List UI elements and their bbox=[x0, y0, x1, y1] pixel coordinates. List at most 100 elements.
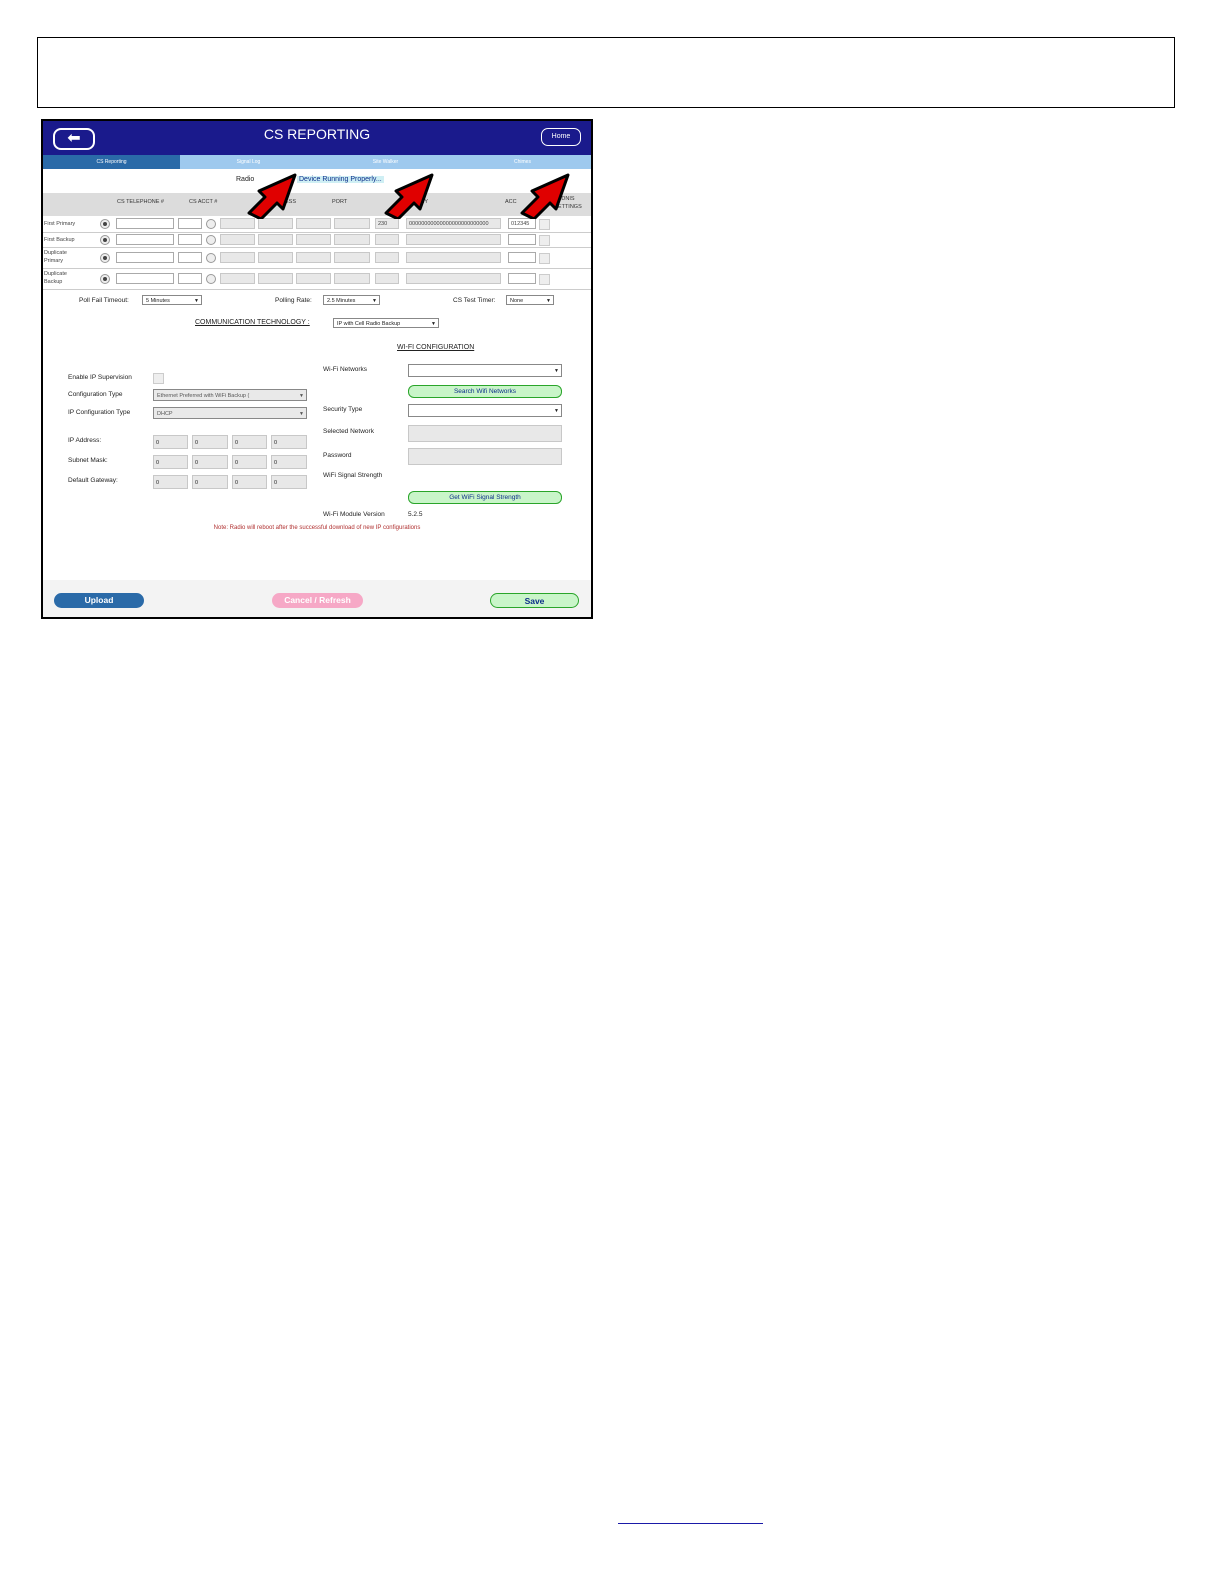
ip-octet bbox=[334, 252, 370, 263]
tab-signal-log[interactable]: Signal Log bbox=[180, 155, 317, 169]
ip-address-octet[interactable]: 0 bbox=[271, 435, 307, 449]
port-input[interactable] bbox=[375, 273, 399, 284]
telephone-input[interactable] bbox=[116, 218, 174, 229]
ip-config-value: DHCP bbox=[157, 411, 173, 417]
ip-octet bbox=[296, 234, 331, 245]
ip-radio[interactable] bbox=[206, 274, 216, 284]
col-telephone: CS TELEPHONE # bbox=[117, 199, 164, 205]
telephone-input[interactable] bbox=[116, 234, 174, 245]
config-type-label: Configuration Type bbox=[68, 391, 123, 398]
port-input[interactable] bbox=[375, 252, 399, 263]
dnis-checkbox[interactable] bbox=[539, 253, 550, 264]
subnet-octet[interactable]: 0 bbox=[271, 455, 307, 469]
key-input[interactable] bbox=[406, 252, 501, 263]
ip-octet bbox=[334, 234, 370, 245]
account-input[interactable]: 012345 bbox=[508, 218, 536, 229]
polling-rate-select[interactable]: 2.5 Minutes ▼ bbox=[323, 295, 380, 305]
table-row: First Primary 230 0000000000000000000000… bbox=[43, 216, 591, 233]
tab-site-walker[interactable]: Site Walker bbox=[317, 155, 454, 169]
signal-strength-label: WiFi Signal Strength bbox=[323, 472, 383, 479]
ip-octet bbox=[296, 218, 331, 229]
ip-octet bbox=[220, 218, 255, 229]
port-input[interactable]: 230 bbox=[375, 218, 399, 229]
ip-octet bbox=[220, 273, 255, 284]
security-type-select[interactable]: ▼ bbox=[408, 404, 562, 417]
status-badge: Device Running Properly... bbox=[297, 176, 384, 183]
ip-radio[interactable] bbox=[206, 235, 216, 245]
module-version-value: 5.2.5 bbox=[408, 511, 423, 518]
tab-cs-reporting[interactable]: CS Reporting bbox=[43, 155, 180, 169]
acct-input[interactable] bbox=[178, 252, 202, 263]
module-version-label: Wi-Fi Module Version bbox=[323, 511, 385, 518]
ip-config-select[interactable]: DHCP ▼ bbox=[153, 407, 307, 419]
acct-input[interactable] bbox=[178, 273, 202, 284]
dnis-checkbox[interactable] bbox=[539, 235, 550, 246]
key-input[interactable] bbox=[406, 273, 501, 284]
row-radio[interactable] bbox=[100, 274, 110, 284]
poll-fail-select[interactable]: 5 Minutes ▼ bbox=[142, 295, 202, 305]
test-timer-value: None bbox=[510, 298, 524, 304]
comm-tech-value: IP with Cell Radio Backup bbox=[337, 321, 401, 327]
port-input[interactable] bbox=[375, 234, 399, 245]
ip-radio[interactable] bbox=[206, 219, 216, 229]
config-type-select[interactable]: Ethernet Preferred with WiFi Backup ( ▼ bbox=[153, 389, 307, 401]
ip-octet bbox=[258, 273, 293, 284]
cancel-refresh-button[interactable]: Cancel / Refresh bbox=[272, 593, 363, 608]
home-button[interactable]: Home bbox=[541, 128, 581, 146]
subnet-octet[interactable]: 0 bbox=[192, 455, 228, 469]
row-label: Duplicate Backup bbox=[44, 271, 67, 285]
search-wifi-button[interactable]: Search Wifi Networks bbox=[408, 385, 562, 398]
row-radio[interactable] bbox=[100, 219, 110, 229]
subnet-octet[interactable]: 0 bbox=[232, 455, 267, 469]
ip-config-label: IP Configuration Type bbox=[68, 409, 131, 416]
gateway-octet[interactable]: 0 bbox=[232, 475, 267, 489]
callout-arrow-icon bbox=[247, 173, 297, 219]
account-input[interactable] bbox=[508, 252, 536, 263]
gateway-octet[interactable]: 0 bbox=[192, 475, 228, 489]
footer-link-underline[interactable] bbox=[618, 1523, 763, 1524]
telephone-input[interactable] bbox=[116, 273, 174, 284]
dnis-checkbox[interactable] bbox=[539, 274, 550, 285]
wifi-heading: WI-FI CONFIGURATION bbox=[397, 344, 475, 351]
ip-octet bbox=[296, 273, 331, 284]
chevron-down-icon: ▼ bbox=[299, 411, 304, 417]
footer-bar: Upload Cancel / Refresh Save bbox=[43, 580, 591, 617]
save-button[interactable]: Save bbox=[490, 593, 579, 608]
password-field[interactable] bbox=[408, 448, 562, 465]
ip-address-octet[interactable]: 0 bbox=[232, 435, 267, 449]
get-signal-strength-button[interactable]: Get WiFi Signal Strength bbox=[408, 491, 562, 504]
poll-fail-label: Poll Fail Timeout: bbox=[79, 297, 129, 304]
account-input[interactable] bbox=[508, 234, 536, 245]
dnis-checkbox[interactable] bbox=[539, 219, 550, 230]
reboot-note: Note: Radio will reboot after the succes… bbox=[213, 525, 421, 531]
comm-tech-select[interactable]: IP with Cell Radio Backup ▼ bbox=[333, 318, 439, 328]
key-input[interactable]: 00000000000000000000000000 bbox=[406, 218, 501, 229]
row-radio[interactable] bbox=[100, 235, 110, 245]
subnet-octet[interactable]: 0 bbox=[153, 455, 188, 469]
telephone-input[interactable] bbox=[116, 252, 174, 263]
enable-ip-checkbox[interactable] bbox=[153, 373, 164, 384]
key-input[interactable] bbox=[406, 234, 501, 245]
ip-octet bbox=[258, 234, 293, 245]
acct-input[interactable] bbox=[178, 234, 202, 245]
ip-octet bbox=[296, 252, 331, 263]
tab-chimes[interactable]: Chimes bbox=[454, 155, 591, 169]
chevron-down-icon: ▼ bbox=[431, 321, 436, 327]
row-radio[interactable] bbox=[100, 253, 110, 263]
acct-input[interactable] bbox=[178, 218, 202, 229]
polling-rate-label: Polling Rate: bbox=[275, 297, 312, 304]
ip-radio[interactable] bbox=[206, 253, 216, 263]
wifi-networks-select[interactable]: ▼ bbox=[408, 364, 562, 377]
page-title: CS REPORTING bbox=[263, 126, 371, 142]
account-input[interactable] bbox=[508, 273, 536, 284]
ip-address-octet[interactable]: 0 bbox=[192, 435, 228, 449]
test-timer-select[interactable]: None ▼ bbox=[506, 295, 554, 305]
chevron-down-icon: ▼ bbox=[554, 408, 559, 414]
gateway-octet[interactable]: 0 bbox=[153, 475, 188, 489]
gateway-label: Default Gateway: bbox=[68, 477, 118, 484]
gateway-octet[interactable]: 0 bbox=[271, 475, 307, 489]
upload-button[interactable]: Upload bbox=[54, 593, 144, 608]
callout-arrow-icon bbox=[520, 173, 570, 219]
poll-fail-value: 5 Minutes bbox=[146, 298, 170, 304]
ip-address-octet[interactable]: 0 bbox=[153, 435, 188, 449]
